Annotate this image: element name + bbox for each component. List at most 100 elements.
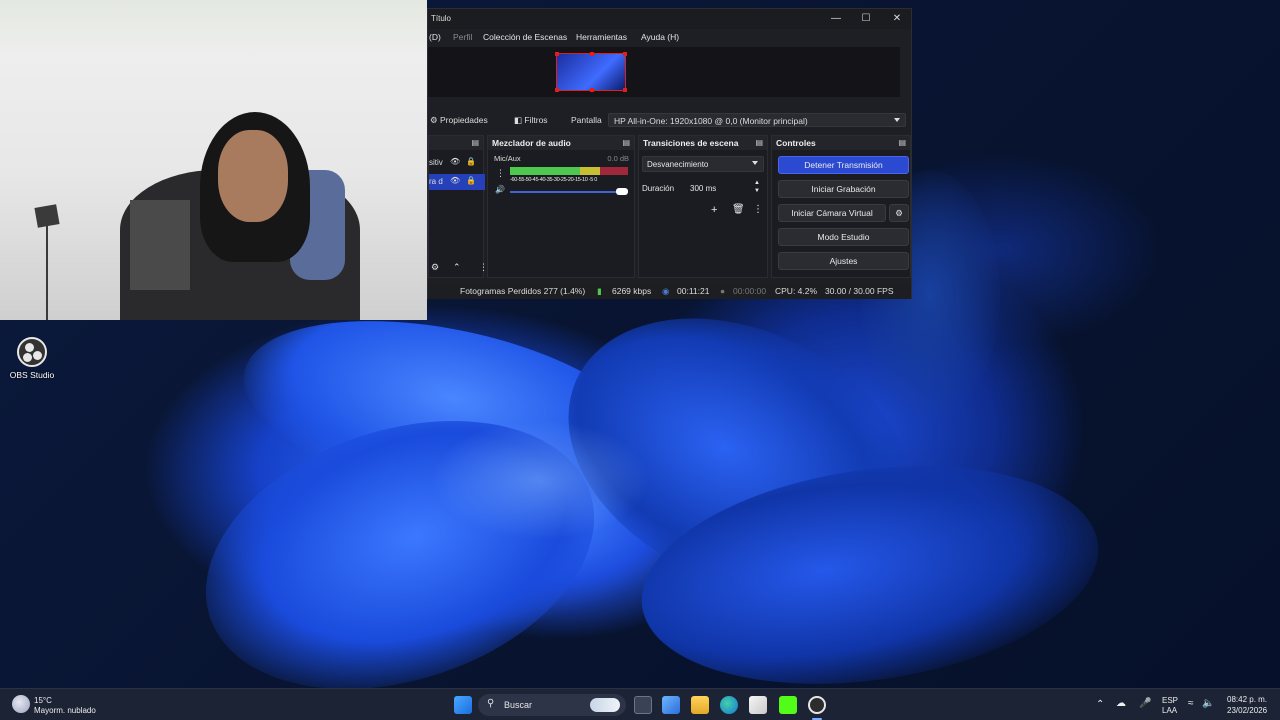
properties-button[interactable]: ⚙ Propiedades: [430, 115, 488, 126]
controls-title: Controles: [776, 138, 816, 148]
duration-input[interactable]: 300 ms ▲ ▼: [685, 180, 763, 196]
weather-icon[interactable]: [12, 695, 30, 713]
chevron-up-icon[interactable]: ⌃: [1096, 699, 1104, 710]
speaker-icon[interactable]: 🔊: [495, 185, 505, 194]
store-icon[interactable]: [749, 696, 767, 714]
signal-icon: ▮: [597, 286, 602, 296]
gear-icon: ⚙: [895, 208, 903, 218]
channel-name: Mic/Aux: [494, 154, 521, 163]
menu-help[interactable]: Ayuda (H): [641, 32, 679, 42]
duration-label: Duración: [642, 184, 675, 193]
weather-temp: 15°C: [34, 696, 52, 705]
clock-time[interactable]: 08:42 p. m.: [1227, 695, 1267, 704]
dock-float-icon[interactable]: ▤: [471, 138, 479, 147]
transition-select[interactable]: Desvanecimiento: [642, 156, 764, 172]
preview-source[interactable]: [555, 52, 627, 92]
resize-handle[interactable]: [555, 88, 559, 92]
chevron-down-icon: [894, 118, 900, 122]
settings-button[interactable]: Ajustes: [778, 252, 909, 270]
cloud-icon[interactable]: ☁: [1116, 698, 1126, 709]
widgets-icon[interactable]: [662, 696, 680, 714]
add-icon[interactable]: +: [711, 204, 717, 216]
desktop-icon-label: OBS Studio: [9, 370, 55, 380]
volume-meter: [600, 167, 628, 175]
gear-icon[interactable]: ⚙: [431, 262, 439, 273]
dropped-frames: Fotogramas Perdidos 277 (1.4%): [460, 286, 586, 296]
virtual-camera-button[interactable]: Iniciar Cámara Virtual: [778, 204, 886, 222]
title-bar: Título — ☐ ✕: [428, 9, 911, 29]
windows-start-icon[interactable]: [454, 696, 472, 714]
menu-profile[interactable]: Perfil: [453, 32, 472, 42]
maximize-button[interactable]: ☐: [859, 12, 873, 26]
trash-icon[interactable]: 🗑: [732, 204, 745, 215]
close-button[interactable]: ✕: [890, 12, 904, 26]
chevron-up-icon[interactable]: ▲: [754, 180, 760, 186]
display-select[interactable]: HP All-in-One: 1920x1080 @ 0,0 (Monitor …: [608, 113, 906, 127]
dock-float-icon[interactable]: ▤: [622, 138, 630, 147]
eye-icon[interactable]: 👁: [450, 157, 460, 166]
record-icon: ●: [720, 286, 726, 296]
chevron-up-icon[interactable]: ⌃: [453, 262, 461, 273]
more-icon[interactable]: ⋮: [496, 168, 505, 179]
fps: 30.00 / 30.00 FPS: [825, 286, 894, 296]
lock-icon[interactable]: 🔒: [466, 157, 476, 166]
search-icon: ⚲: [487, 698, 495, 709]
filters-button[interactable]: ◧ Filtros: [514, 115, 548, 126]
file-explorer-icon[interactable]: [691, 696, 709, 714]
duration-value: 300 ms: [690, 184, 717, 193]
dock-header: Transiciones de escena ▤: [639, 136, 767, 150]
cpu-usage: CPU: 4.2%: [775, 286, 818, 296]
volume-slider-handle[interactable]: [616, 188, 628, 195]
resize-handle[interactable]: [623, 52, 627, 56]
stop-stream-button[interactable]: Detener Transmisión: [778, 156, 909, 174]
dock-header: Controles ▤: [772, 136, 910, 150]
audio-mixer-dock: Mezclador de audio ▤ Mic/Aux 0.0 dB ⋮ -6…: [487, 135, 635, 278]
start-recording-button[interactable]: Iniciar Grabación: [778, 180, 909, 198]
resize-handle[interactable]: [590, 52, 594, 56]
dock-float-icon[interactable]: ▤: [898, 138, 906, 147]
chevron-down-icon[interactable]: ▼: [754, 188, 760, 194]
lock-icon[interactable]: 🔒: [466, 176, 476, 185]
weather-desc: Mayorm. nublado: [34, 706, 96, 715]
volume-icon[interactable]: 🔈: [1202, 698, 1214, 709]
resize-handle[interactable]: [555, 52, 559, 56]
search-input[interactable]: ⚲ Buscar: [478, 694, 626, 716]
minimize-button[interactable]: —: [829, 12, 843, 26]
transitions-title: Transiciones de escena: [643, 138, 739, 148]
preview-area[interactable]: [428, 47, 900, 97]
channel-level: 0.0 dB: [607, 154, 629, 163]
eye-icon[interactable]: 👁: [450, 176, 460, 185]
resize-handle[interactable]: [623, 88, 627, 92]
edge-icon[interactable]: [720, 696, 738, 714]
task-view-icon[interactable]: [634, 696, 652, 714]
microphone-icon[interactable]: 🎤: [1139, 698, 1151, 709]
display-label: Pantalla: [571, 115, 602, 125]
dock-float-icon[interactable]: ▤: [755, 138, 763, 147]
source-item-selected[interactable]: ra d 👁 🔒: [429, 174, 485, 190]
clock-date[interactable]: 23/02/2026: [1227, 706, 1267, 715]
meter-scale: -60-55-50-45-40-35-30-25-20-15-10 -5 0: [510, 177, 598, 183]
dock-header: Mezclador de audio ▤: [488, 136, 634, 150]
webcam-overlay: [0, 0, 427, 320]
menu-tools[interactable]: Herramientas: [576, 32, 627, 42]
more-icon[interactable]: ⋮: [753, 204, 763, 215]
status-bar: Fotogramas Perdidos 277 (1.4%) ▮ 6269 kb…: [428, 283, 911, 299]
filters-label: Filtros: [524, 115, 548, 125]
source-item[interactable]: sitiv 👁 🔒: [429, 155, 485, 171]
menu-scene-collection[interactable]: Colección de Escenas: [483, 32, 567, 42]
wifi-icon[interactable]: ≈: [1188, 698, 1194, 709]
volume-slider-track[interactable]: [510, 191, 620, 193]
search-placeholder: Buscar: [504, 700, 533, 710]
taskbar: 15°C Mayorm. nublado ⚲ Buscar ⌃ ☁ 🎤 ESP …: [0, 688, 1280, 720]
desktop-icon-obs[interactable]: OBS Studio: [8, 337, 56, 380]
window-title: Título: [431, 14, 452, 23]
resize-handle[interactable]: [590, 88, 594, 92]
virtual-camera-settings-button[interactable]: ⚙: [889, 204, 909, 222]
kick-icon[interactable]: [779, 696, 797, 714]
studio-mode-button[interactable]: Modo Estudio: [778, 228, 909, 246]
language-top[interactable]: ESP: [1162, 696, 1178, 705]
menu-partial[interactable]: (D): [429, 32, 441, 42]
language-bottom[interactable]: LAA: [1162, 706, 1177, 715]
dock-header: ▤: [429, 136, 483, 150]
obs-icon[interactable]: [808, 696, 826, 714]
